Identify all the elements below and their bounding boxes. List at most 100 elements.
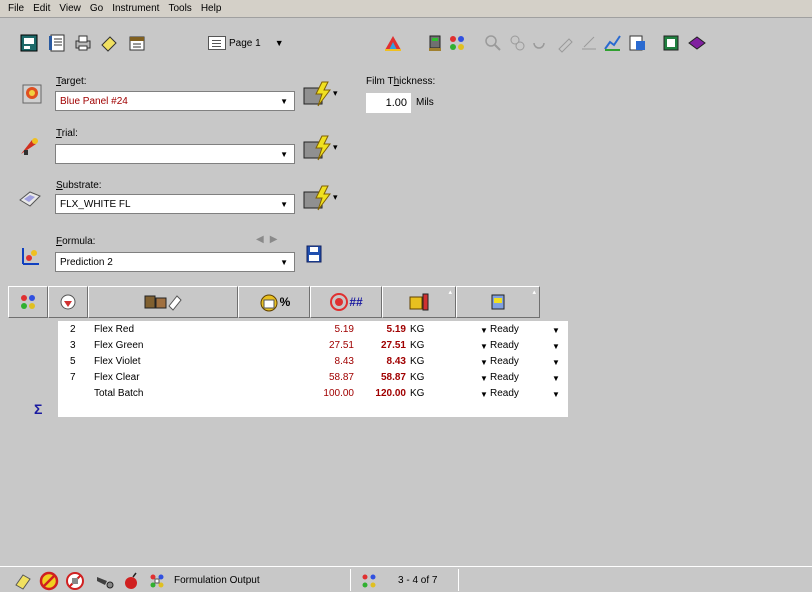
- target-icon: [20, 82, 44, 106]
- status-value[interactable]: Ready: [490, 324, 519, 335]
- disabled-tool-4-icon: [578, 32, 600, 54]
- formula-icon[interactable]: [446, 32, 468, 54]
- no-entry-icon[interactable]: [38, 570, 60, 592]
- sigma-icon: Σ: [34, 401, 43, 417]
- pipette-icon[interactable]: [94, 570, 116, 592]
- row-header: Σ: [8, 321, 58, 417]
- print-icon[interactable]: [72, 32, 94, 54]
- chevron-down-icon: ▼: [274, 38, 284, 48]
- chevron-down-icon: ▼: [480, 390, 488, 399]
- row-number: 3: [70, 340, 76, 351]
- page-icon: [208, 36, 226, 50]
- chevron-down-icon: ▼: [280, 150, 288, 159]
- page-label: Page 1: [229, 37, 261, 49]
- percent-value: 100.00: [323, 388, 354, 399]
- unit-header-icon[interactable]: ▴: [382, 286, 456, 318]
- amount-value: 58.87: [380, 372, 406, 383]
- colorant-header-icon[interactable]: [8, 286, 48, 318]
- status-value[interactable]: Ready: [490, 340, 519, 351]
- eraser-icon[interactable]: [98, 32, 120, 54]
- trial-measure-icon[interactable]: ▾: [300, 134, 340, 162]
- film-thickness-unit: Mils: [416, 97, 434, 108]
- chevron-down-icon: ▼: [480, 342, 488, 351]
- bomb-icon[interactable]: [120, 570, 142, 592]
- page-selector[interactable]: Page 1 ▼: [208, 34, 284, 52]
- table-row-total[interactable]: Total Batch 100.00 120.00 KG ▼ Ready ▼: [58, 387, 568, 402]
- save-icon[interactable]: [306, 244, 322, 264]
- chevron-down-icon: ▼: [552, 326, 560, 335]
- amount-value: 27.51: [380, 340, 406, 351]
- new-job-icon[interactable]: [18, 32, 40, 54]
- formulation-output-icon[interactable]: [146, 570, 168, 592]
- menu-bar: File Edit View Go Instrument Tools Help: [0, 0, 812, 18]
- disabled-tool-2-icon: [528, 32, 550, 54]
- percent-header[interactable]: %: [238, 286, 310, 318]
- percent-value: 27.51: [328, 340, 354, 351]
- svg-text:▾: ▾: [333, 88, 338, 98]
- substrate-combo[interactable]: FLX_WHITE FL ▼: [55, 194, 295, 214]
- ingredient-header-icon[interactable]: [88, 286, 238, 318]
- menu-file[interactable]: File: [8, 3, 24, 14]
- report-icon[interactable]: [626, 32, 648, 54]
- formula-value: Prediction 2: [60, 256, 113, 268]
- row-number: 5: [70, 356, 76, 367]
- book-icon[interactable]: [686, 32, 708, 54]
- percent-value: 8.43: [334, 356, 354, 367]
- menu-help[interactable]: Help: [201, 3, 222, 14]
- instrument-icon[interactable]: [424, 32, 446, 54]
- notebook-icon[interactable]: [46, 32, 68, 54]
- toolbar: Page 1 ▼: [0, 28, 812, 60]
- formula-combo[interactable]: Prediction 2 ▼: [55, 252, 295, 272]
- svg-text:▾: ▾: [333, 192, 338, 202]
- menu-go[interactable]: Go: [90, 3, 103, 14]
- search-icon: [482, 32, 504, 54]
- percent-value: 58.87: [328, 372, 354, 383]
- trial-combo[interactable]: ▼: [55, 144, 295, 164]
- menu-instrument[interactable]: Instrument: [112, 3, 159, 14]
- chevron-down-icon: ▼: [480, 374, 488, 383]
- film-thickness-label: Film Thickness:: [366, 76, 436, 87]
- formula-grid: Σ 2 Flex Red 5.19 5.19 KG ▼ Ready ▼ 3 Fl…: [8, 321, 568, 417]
- calendar-icon[interactable]: [126, 32, 148, 54]
- column-resize-icon: ▴: [532, 289, 536, 296]
- cancel-measure-icon[interactable]: [64, 570, 86, 592]
- record-icon: [358, 570, 380, 592]
- record-position: 3 - 4 of 7: [398, 575, 438, 586]
- colorant-name: Total Batch: [94, 388, 144, 399]
- status-value[interactable]: Ready: [490, 388, 519, 399]
- sort-header-icon[interactable]: [48, 286, 88, 318]
- menu-tools[interactable]: Tools: [168, 3, 191, 14]
- unit-value: KG: [410, 372, 425, 383]
- table-row[interactable]: 2 Flex Red 5.19 5.19 KG ▼ Ready ▼: [58, 323, 568, 338]
- target-combo[interactable]: Blue Panel #24 ▼: [55, 91, 295, 111]
- chart-tool-icon[interactable]: [602, 32, 624, 54]
- column-resize-icon: ▴: [448, 289, 452, 296]
- amount-value: 8.43: [386, 356, 406, 367]
- amount-header[interactable]: ##: [310, 286, 382, 318]
- menu-edit[interactable]: Edit: [33, 3, 50, 14]
- row-number: 7: [70, 372, 76, 383]
- database-icon[interactable]: [660, 32, 682, 54]
- status-header-icon[interactable]: ▴: [456, 286, 540, 318]
- grid-header: % ## ▴ ▴: [8, 286, 568, 318]
- amount-value[interactable]: 120.00: [375, 388, 406, 399]
- color-spectrum-icon[interactable]: [382, 32, 404, 54]
- chevron-down-icon: ▼: [552, 374, 560, 383]
- table-row[interactable]: 3 Flex Green 27.51 27.51 KG ▼ Ready ▼: [58, 339, 568, 354]
- menu-view[interactable]: View: [59, 3, 81, 14]
- formula-label: Formula:: [56, 236, 96, 247]
- chevron-down-icon: ▼: [480, 358, 488, 367]
- table-row[interactable]: 5 Flex Violet 8.43 8.43 KG ▼ Ready ▼: [58, 355, 568, 370]
- table-row[interactable]: 7 Flex Clear 58.87 58.87 KG ▼ Ready ▼: [58, 371, 568, 386]
- substrate-label: Substrate:: [56, 180, 102, 191]
- main-window: File Edit View Go Instrument Tools Help …: [0, 0, 812, 592]
- notes-icon[interactable]: [12, 570, 34, 592]
- status-value[interactable]: Ready: [490, 356, 519, 367]
- status-value[interactable]: Ready: [490, 372, 519, 383]
- target-measure-icon[interactable]: ▾: [300, 80, 340, 108]
- film-thickness-input[interactable]: 1.00: [366, 93, 411, 113]
- grid-cells: 2 Flex Red 5.19 5.19 KG ▼ Ready ▼ 3 Flex…: [58, 321, 568, 417]
- formula-nav-arrows[interactable]: ◀▶: [256, 234, 283, 245]
- substrate-measure-icon[interactable]: ▾: [300, 184, 340, 212]
- trial-icon: [18, 134, 42, 158]
